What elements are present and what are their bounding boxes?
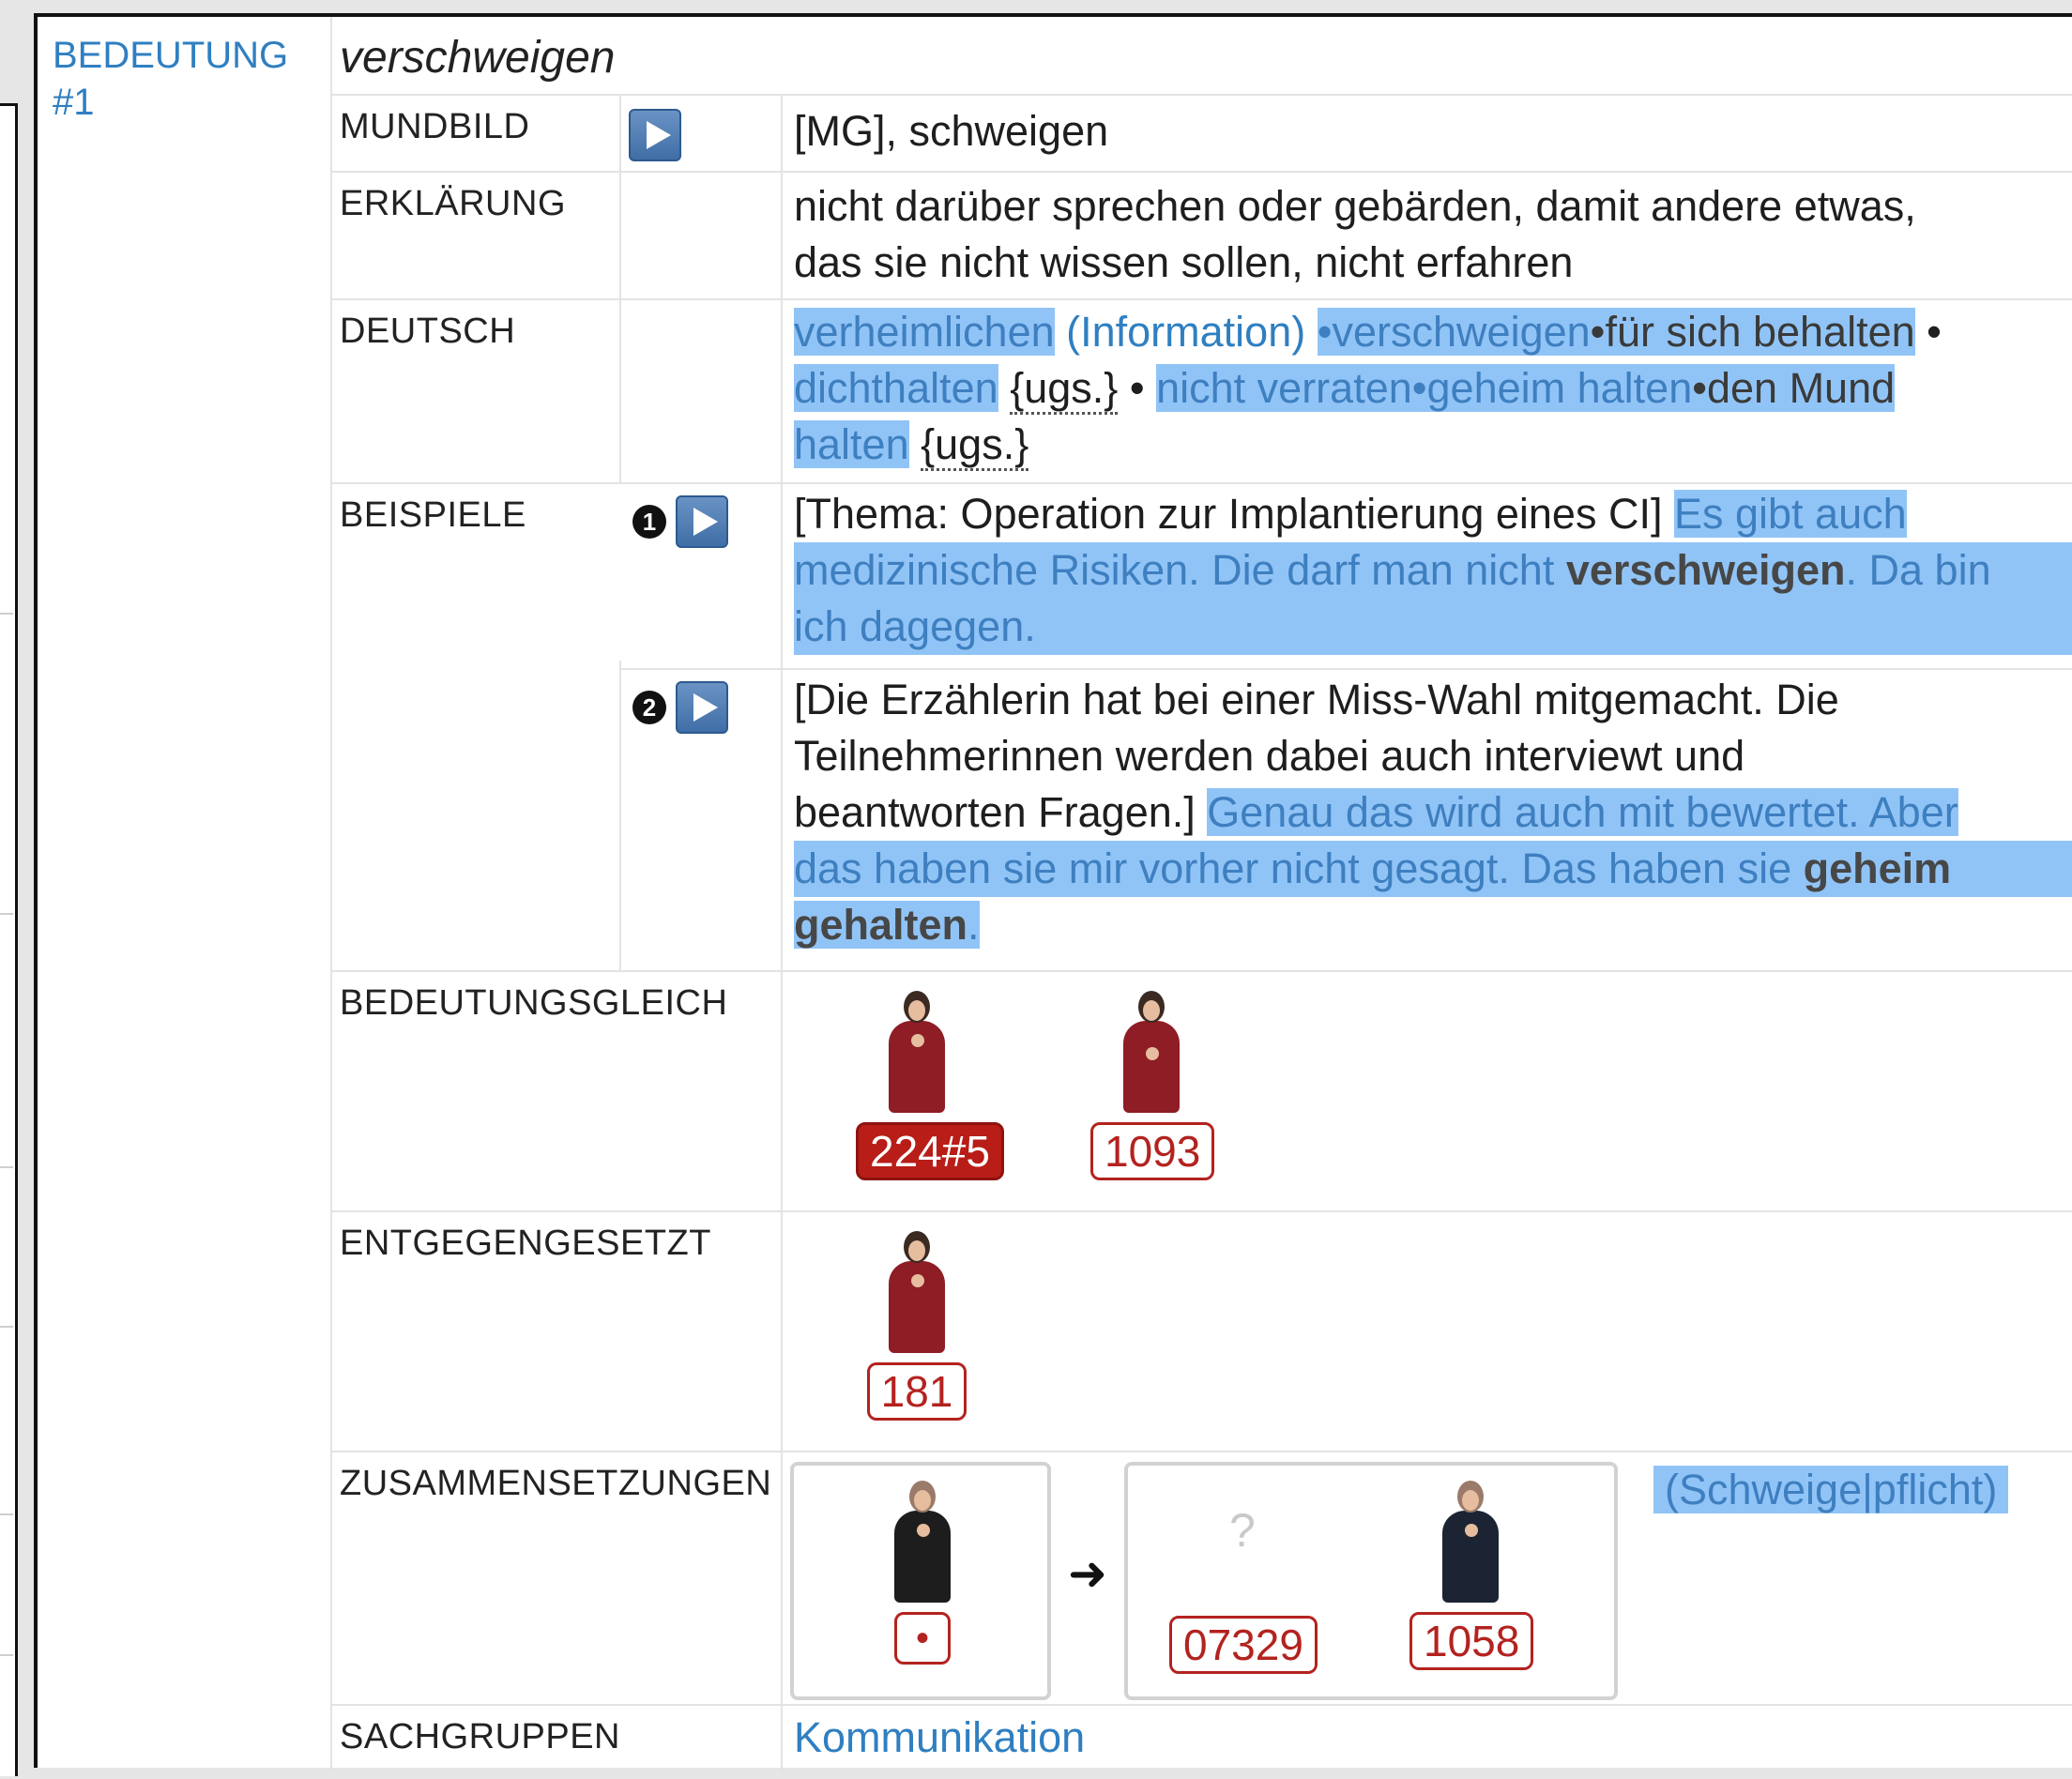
row-bedeutungsgleich: BEDEUTUNGSGLEICH 224#5 1093 [330,970,2072,1210]
play-icon [676,495,728,548]
signer-thumbnail [879,1231,954,1353]
example-1-play-button[interactable]: 1 [632,495,728,548]
mouth-pattern-play-button[interactable] [629,109,681,161]
german-term-link[interactable]: nicht verraten [1156,364,1412,412]
sign-id-badge: • [893,1612,951,1665]
example-context: [Die Erzählerin hat bei einer Miss-Wahl … [794,676,1839,723]
example-translation: . Da bin [1845,546,1991,594]
german-term-link[interactable]: den Mund [1706,364,1896,412]
meaning-word: verschweigen [340,33,616,83]
compound-word-link[interactable]: (Schweige|pflicht) [1653,1462,2009,1518]
example-2-text: [Die Erzählerin hat bei einer Miss-Wahl … [794,672,2072,953]
dictionary-entry-panel: BEDEUTUNG #1 verschweigen MUNDBILD [MG],… [34,13,2072,1773]
row-entgegengesetzt: ENTGEGENGESETZT 181 [330,1210,2072,1451]
compound-sign[interactable]: • [861,1481,983,1665]
sign-id-badge: 07329 [1169,1616,1318,1674]
compound-word: (Schweige|pflicht) [1653,1466,2009,1513]
arrow-right-icon: ➜ [1068,1547,1107,1600]
example-translation: Genau das wird auch mit bewertet. Aber [1207,788,1958,836]
row-sachgruppen: SACHGRUPPEN Kommunikation [330,1704,2072,1779]
german-term-link[interactable]: verheimlichen [794,308,1055,356]
play-icon [676,681,728,734]
signer-thumbnail [879,991,954,1113]
example-context: Teilnehmerinnen werden dabei auch interv… [794,732,1745,780]
row-erklaerung: ERKLÄRUNG nicht darüber sprechen oder ge… [330,171,2072,298]
sign-id-badge: 181 [866,1362,967,1421]
sign-id-badge: 1058 [1409,1612,1534,1670]
question-icon: ? [1229,1504,1256,1557]
play-icon [629,109,681,161]
meaning-label-line2: #1 [53,82,95,123]
example-2-play-button[interactable]: 2 [632,681,728,734]
separator: • [1927,308,1942,356]
row-zusammensetzungen: ZUSAMMENSETZUNGEN • ➜ ? 07329 1058 (Schw… [330,1451,2072,1704]
separator: • [1692,364,1707,412]
example-context: beantworten Fragen.] [794,788,1196,836]
german-term-note: (Information) [1066,308,1306,356]
sign-id-badge: 1093 [1090,1122,1215,1180]
meaning-label: BEDEUTUNG #1 [53,32,315,126]
example-translation: Es gibt auch [1673,490,1907,538]
row-mundbild: MUNDBILD [MG], schweigen [330,94,2072,171]
example-translation: das haben sie mir vorher nicht gesagt. D… [794,844,1792,892]
explanation-text: nicht darüber sprechen oder gebärden, da… [794,178,1916,291]
compound-sign[interactable]: 1058 [1409,1481,1534,1670]
signer-thumbnail [1433,1481,1508,1603]
separator: • [1317,308,1333,356]
german-term-link[interactable]: geheim halten [1426,364,1693,412]
german-equivalents: verheimlichen (Information) •verschweige… [794,304,2072,473]
mouth-pattern-value: [MG], schweigen [794,107,1109,155]
example-1-text: [Thema: Operation zur Implantierung eine… [794,486,2072,655]
compound-sign[interactable]: 07329 [1169,1606,1318,1674]
separator: • [1129,364,1145,412]
antonym-sign[interactable]: 181 [856,1231,978,1421]
example-translation: ich dagegen. [794,599,2072,655]
separator: • [1590,308,1606,356]
register-note: {ugs.} [1010,364,1119,415]
german-term-link[interactable]: halten [794,420,909,468]
signer-thumbnail [885,1481,960,1603]
background-window [0,103,18,1776]
synonym-sign[interactable]: 1093 [1090,991,1215,1180]
example-translation: medizinische Risiken. Die darf man nicht [794,546,1555,594]
example-keyword: geheim [1803,844,1952,892]
meaning-table: verschweigen MUNDBILD [MG], schweigen ER… [330,17,2072,1773]
german-term-link[interactable]: dichthalten [794,364,998,412]
example-translation: . [967,901,980,949]
example-number: 1 [632,505,666,539]
example-keyword: verschweigen [1565,546,1846,594]
divider [619,668,2072,670]
example-keyword: gehalten [794,901,968,949]
compound-part-box: • [790,1462,1051,1700]
german-term-link[interactable]: für sich behalten [1605,308,1915,356]
row-deutsch: DEUTSCH verheimlichen (Information) •ver… [330,298,2072,482]
topic-link[interactable]: Kommunikation [794,1710,1085,1766]
explanation-line: nicht darüber sprechen oder gebärden, da… [794,182,1916,230]
row-beispiele: BEISPIELE 1 [Thema: Operation zur Implan… [330,482,2072,970]
row-label: ENTGEGENGESETZT [340,1224,711,1263]
compound-result-box: ? 07329 1058 [1124,1462,1618,1700]
separator: • [1411,364,1427,412]
example-context: [Thema: Operation zur Implantierung eine… [794,490,1663,538]
row-label: MUNDBILD [340,107,530,146]
sign-id-badge: 224#5 [856,1122,1004,1180]
german-term-link[interactable]: verschweigen [1332,308,1591,356]
meaning-label-line1: BEDEUTUNG [53,35,289,76]
explanation-line: das sie nicht wissen sollen, nicht erfah… [794,238,1574,286]
synonym-sign[interactable]: 224#5 [856,991,1004,1180]
signer-thumbnail [1114,991,1189,1113]
row-label: SACHGRUPPEN [340,1717,620,1756]
example-number: 2 [632,691,666,724]
register-note: {ugs.} [921,420,1029,471]
